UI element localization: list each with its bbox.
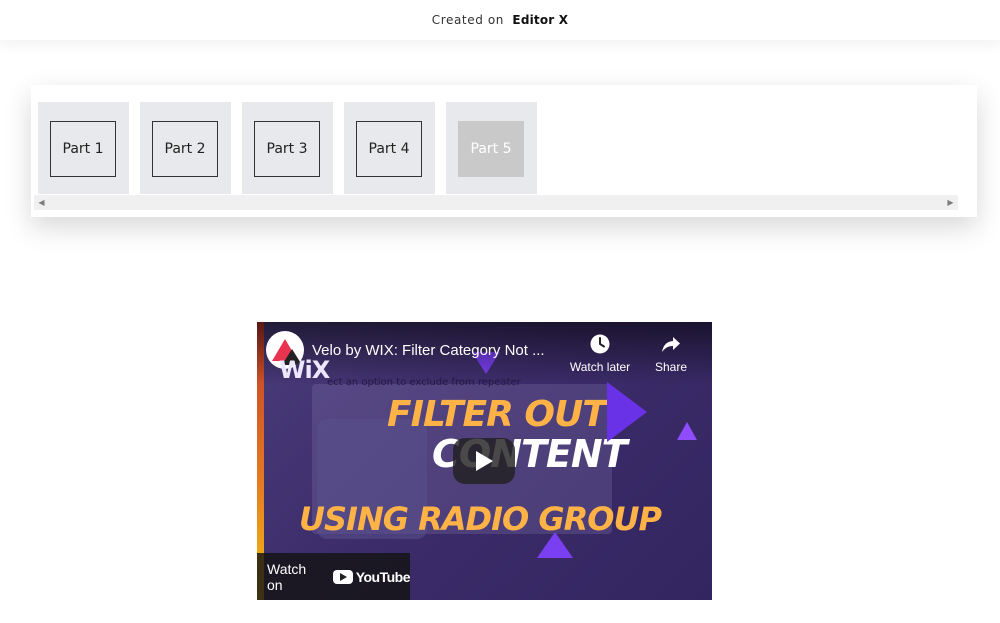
- share-arrow-icon: [662, 337, 680, 352]
- created-on-text[interactable]: Created on Editor X: [432, 13, 569, 27]
- scroll-right-arrow-icon[interactable]: ▶: [943, 195, 958, 210]
- youtube-logo-icon: [332, 569, 353, 584]
- headline-line-1: FILTER OUT: [387, 394, 607, 435]
- play-icon: [476, 451, 493, 471]
- wix-logo-mark: WiX: [279, 356, 330, 384]
- decorative-triangle: [537, 532, 573, 558]
- created-on-prefix: Created on: [431, 13, 504, 27]
- repeater-item: Part 3: [242, 102, 333, 194]
- scroll-left-arrow-icon[interactable]: ◀: [34, 195, 49, 210]
- repeater-item: Part 5: [446, 102, 537, 194]
- youtube-brand: YouTube: [332, 568, 411, 585]
- clock-icon: [590, 334, 610, 354]
- video-title[interactable]: Velo by WIX: Filter Category Not ...: [312, 342, 562, 359]
- part-3-button[interactable]: Part 3: [254, 121, 320, 177]
- repeater-item: Part 4: [344, 102, 435, 194]
- share-button[interactable]: Share: [636, 333, 706, 374]
- part-5-button[interactable]: Part 5: [458, 121, 524, 177]
- editor-x-brand[interactable]: Editor X: [512, 13, 568, 27]
- headline-line-3: USING RADIO GROUP: [299, 500, 662, 538]
- repeater-item: Part 2: [140, 102, 231, 194]
- watch-later-button[interactable]: Watch later: [565, 333, 635, 374]
- youtube-label: YouTube: [355, 568, 411, 585]
- watch-on-label: Watch on: [267, 560, 307, 593]
- play-button[interactable]: [453, 438, 515, 484]
- watch-later-label: Watch later: [569, 360, 631, 374]
- watch-on-youtube-button[interactable]: Watch on YouTube: [257, 553, 411, 600]
- share-label: Share: [654, 360, 688, 374]
- top-banner: Created on Editor X: [0, 0, 1000, 40]
- decorative-triangle: [607, 382, 647, 442]
- youtube-video-embed[interactable]: ect an option to exclude from repeater F…: [257, 322, 712, 600]
- part-2-button[interactable]: Part 2: [152, 121, 218, 177]
- repeater-strip: Part 1 Part 2 Part 3 Part 4 Part 5 ◀ ▶: [31, 85, 977, 217]
- part-1-button[interactable]: Part 1: [50, 121, 116, 177]
- decorative-triangle: [677, 422, 697, 440]
- repeater-item: Part 1: [38, 102, 129, 194]
- part-4-button[interactable]: Part 4: [356, 121, 422, 177]
- horizontal-scrollbar[interactable]: ◀ ▶: [34, 195, 958, 210]
